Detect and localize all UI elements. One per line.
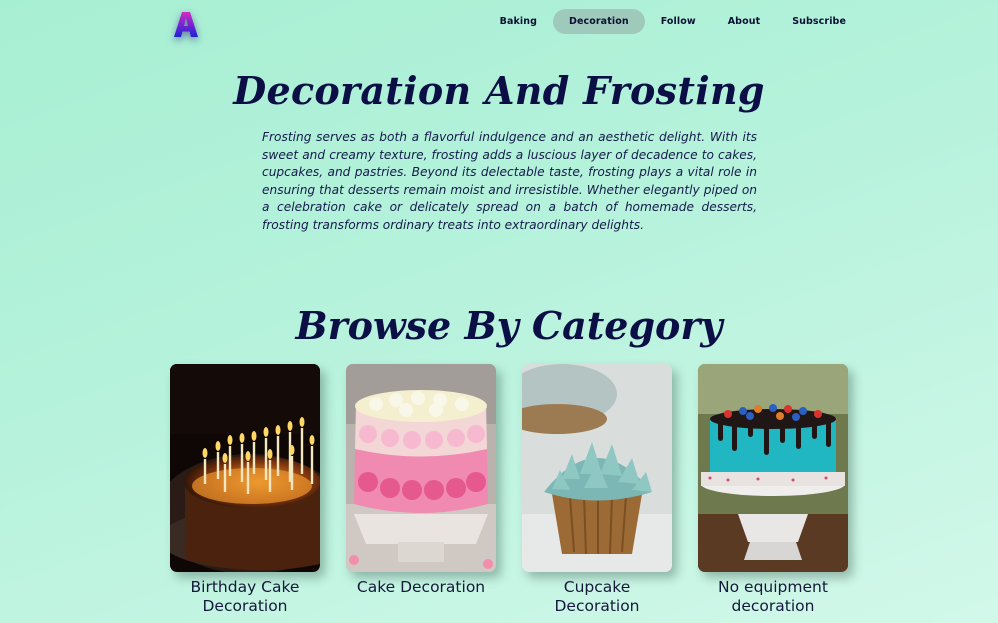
category-card-no-equipment[interactable]: No equipment decoration [698, 364, 848, 616]
nav-item-baking[interactable]: Baking [484, 9, 553, 34]
category-label[interactable]: No equipment decoration [698, 578, 848, 616]
category-label[interactable]: Birthday Cake Decoration [170, 578, 320, 616]
category-card-cupcake[interactable]: Cupcake Decoration [522, 364, 672, 616]
cupcake-photo[interactable] [522, 364, 672, 572]
category-grid: Birthday Cake Decoration Cake Decoration… [170, 364, 848, 616]
category-card-cake-decoration[interactable]: Cake Decoration [346, 364, 496, 616]
intro-paragraph: Frosting serves as both a flavorful indu… [262, 130, 757, 232]
drip-cake-photo[interactable] [698, 364, 848, 572]
category-card-birthday-cake[interactable]: Birthday Cake Decoration [170, 364, 320, 616]
nav-item-subscribe[interactable]: Subscribe [776, 9, 862, 34]
page-title: Decoration And Frosting [233, 68, 765, 113]
birthday-cake-photo[interactable] [170, 364, 320, 572]
category-label[interactable]: Cupcake Decoration [522, 578, 672, 616]
nav-item-about[interactable]: About [712, 9, 776, 34]
nav-item-decoration[interactable]: Decoration [553, 9, 645, 34]
rosette-cake-photo[interactable] [346, 364, 496, 572]
logo-a-icon [174, 12, 198, 37]
site-logo[interactable] [172, 10, 200, 40]
main-nav: Baking Decoration Follow About Subscribe [484, 9, 862, 34]
category-label[interactable]: Cake Decoration [346, 578, 496, 597]
section-title: Browse By Category [295, 303, 723, 348]
nav-item-follow[interactable]: Follow [645, 9, 712, 34]
